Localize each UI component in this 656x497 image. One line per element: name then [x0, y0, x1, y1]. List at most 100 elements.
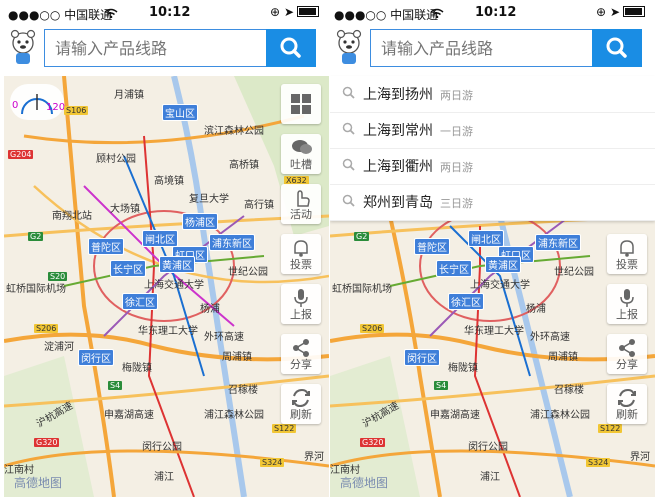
share-button[interactable]: 分享 [607, 334, 647, 374]
map-place: 淀浦河 [44, 342, 74, 353]
map-place: 世纪公园 [228, 267, 268, 278]
search-button[interactable] [266, 29, 316, 67]
suggestion-route: 郑州到青岛 [363, 195, 433, 211]
map-place: 杨浦 [200, 304, 220, 315]
map-watermark: 高德地图 [14, 476, 63, 490]
search-icon [606, 37, 627, 58]
location-arrow-icon: ➤ [609, 5, 620, 19]
road-shield: S324 [586, 458, 611, 467]
microphone-icon [620, 289, 634, 307]
search-box[interactable] [370, 29, 642, 67]
mascot-logo-icon[interactable] [8, 29, 38, 67]
refresh-label: 刷新 [290, 408, 312, 421]
suggestion-item[interactable]: 上海到扬州 两日游 [330, 76, 655, 113]
report-button[interactable]: 上报 [607, 284, 647, 324]
suggestion-item[interactable]: 上海到常州 一日游 [330, 112, 655, 149]
search-input[interactable] [379, 30, 593, 66]
map-view[interactable]: 0 120 宝山区 杨浦区 闸北区 普陀区 虹口区 长宁区 黄浦区 浦东新区 徐… [4, 76, 329, 497]
wifi-icon [430, 8, 444, 18]
search-input[interactable] [53, 30, 267, 66]
map-watermark: 高德地图 [340, 476, 389, 490]
refresh-button[interactable]: 刷新 [281, 384, 321, 424]
road-shield: G320 [34, 438, 60, 447]
map-place: 闵行公园 [468, 442, 508, 453]
map-place: 杨浦 [526, 304, 546, 315]
share-icon [619, 339, 635, 357]
map-place: 浦江森林公园 [530, 410, 590, 421]
share-label: 分享 [616, 358, 638, 371]
battery-icon [297, 6, 319, 17]
road-shield: S4 [434, 381, 449, 390]
district-label: 闸北区 [142, 230, 178, 247]
carrier-label: ●●●○○ 中国联通 [334, 8, 439, 22]
vote-button[interactable]: 投票 [607, 234, 647, 274]
activity-button[interactable]: 活动 [281, 184, 321, 224]
suggestion-route: 上海到衢州 [363, 159, 433, 175]
district-label: 徐汇区 [122, 293, 158, 310]
map-place: 月浦镇 [114, 90, 144, 101]
refresh-label: 刷新 [616, 408, 638, 421]
district-label: 闵行区 [78, 349, 114, 366]
bell-icon [620, 240, 634, 257]
district-label: 徐汇区 [448, 293, 484, 310]
district-label: 黄浦区 [159, 256, 195, 273]
map-place: 浦江 [480, 472, 500, 483]
activity-label: 活动 [290, 208, 312, 221]
road-shield: S324 [260, 458, 285, 467]
bell-icon [294, 240, 308, 257]
map-place: 高桥镇 [229, 160, 259, 171]
refresh-button[interactable]: 刷新 [607, 384, 647, 424]
carrier-label: ●●●○○ 中国联通 [8, 8, 113, 22]
district-label: 长宁区 [110, 260, 146, 277]
suggestion-item[interactable]: 郑州到青岛 三日游 [330, 184, 655, 221]
district-label: 杨浦区 [182, 213, 218, 230]
mascot-logo-icon[interactable] [334, 29, 364, 67]
battery-icon [623, 6, 645, 17]
map-place: 梅陇镇 [448, 363, 478, 374]
windows-icon [291, 94, 311, 114]
vote-label: 投票 [616, 258, 638, 271]
district-label: 闵行区 [404, 349, 440, 366]
suggestion-item[interactable]: 上海到衢州 两日游 [330, 148, 655, 185]
clock: 10:12 [149, 5, 191, 20]
report-button[interactable]: 上报 [281, 284, 321, 324]
road-shield: G2 [354, 232, 370, 241]
road-shield: S4 [108, 381, 123, 390]
orientation-lock-icon: ⊕ [596, 5, 607, 19]
road-shield: G204 [8, 150, 34, 159]
map-place: 申嘉湖高速 [430, 410, 480, 421]
map-place: 虹桥国际机场 [6, 284, 66, 295]
refresh-icon [618, 388, 636, 408]
search-icon [342, 122, 355, 135]
right-screen: ●●●○○ 中国联通 10:12 ⊕ ➤ 请输入产品线路 闸北区 普陀区 长宁区… [330, 0, 655, 497]
share-icon [293, 339, 309, 357]
speed-min: 0 [12, 100, 19, 111]
vote-button[interactable]: 投票 [281, 234, 321, 274]
battery-indicator: ⊕ ➤ [596, 5, 645, 19]
tucao-label: 吐槽 [290, 158, 312, 171]
search-icon [342, 86, 355, 99]
tucao-button[interactable]: 吐槽 [281, 134, 321, 174]
map-place: 高境镇 [154, 176, 184, 187]
map-place: 上海交通大学 [470, 280, 530, 291]
district-label: 宝山区 [162, 104, 198, 121]
share-label: 分享 [290, 358, 312, 371]
map-place: 梅陇镇 [122, 363, 152, 374]
road-shield: G2 [28, 232, 44, 241]
wifi-icon [104, 8, 118, 18]
map-place: 闵行公园 [142, 442, 182, 453]
district-label: 黄浦区 [485, 256, 521, 273]
windows-button[interactable] [281, 84, 321, 124]
map-place: 大场镇 [110, 204, 140, 215]
road-shield: G320 [360, 438, 386, 447]
map-place: 顾村公园 [96, 154, 136, 165]
search-row [4, 26, 329, 76]
map-place: 南翔北站 [52, 211, 92, 222]
search-button[interactable] [592, 29, 642, 67]
suggestion-duration: 两日游 [440, 89, 473, 102]
search-icon [342, 194, 355, 207]
suggestion-route: 上海到扬州 [363, 87, 433, 103]
search-box[interactable] [44, 29, 316, 67]
share-button[interactable]: 分享 [281, 334, 321, 374]
report-label: 上报 [290, 308, 312, 321]
